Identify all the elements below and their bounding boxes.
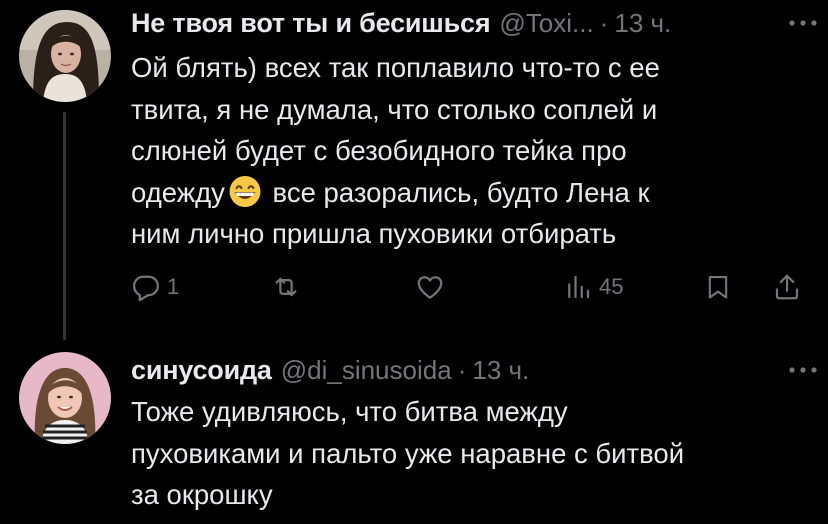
tweet-text: Тоже удивляюсь, что битва между пуховика…	[131, 396, 685, 510]
like-button[interactable]	[415, 267, 451, 307]
bookmark-icon	[708, 276, 728, 299]
share-upload-icon	[775, 274, 799, 300]
bookmark-button[interactable]	[704, 267, 732, 307]
views-count: 45	[599, 274, 624, 299]
author-display-name[interactable]: Не твоя вот ты и бесишься	[131, 8, 491, 39]
tweet-timestamp[interactable]: 13 ч.	[472, 355, 529, 386]
author-handle[interactable]: @Toxi...	[499, 8, 593, 39]
tweet-header: Не твоя вот ты и бесишься @Toxi... · 13 …	[131, 6, 808, 40]
more-options-button[interactable]	[786, 353, 820, 387]
author-avatar[interactable]	[19, 352, 111, 444]
header-separator: ·	[599, 7, 609, 38]
retweet-icon	[275, 277, 297, 297]
views-analytics-icon	[568, 275, 590, 299]
tweet-actions-bar: 1 45	[131, 267, 811, 307]
author-handle[interactable]: @di_sinusoida	[281, 355, 452, 386]
tweet-timestamp[interactable]: 13 ч.	[614, 8, 671, 39]
tweet[interactable]: Не твоя вот ты и бесишься @Toxi... · 13 …	[0, 0, 828, 345]
retweet-button[interactable]	[270, 267, 308, 307]
more-options-button[interactable]	[786, 6, 820, 40]
header-separator: ·	[457, 354, 467, 385]
reply-button[interactable]: 1	[131, 267, 179, 307]
author-avatar[interactable]	[19, 10, 111, 102]
more-options-icon	[789, 20, 817, 26]
user-avatar-photo-icon	[19, 10, 111, 102]
author-display-name[interactable]: синусоида	[131, 355, 272, 386]
reply-count: 1	[167, 274, 180, 299]
thread-connector-line	[63, 112, 66, 340]
tweet-header: синусоида @di_sinusoida · 13 ч.	[131, 353, 808, 387]
user-avatar-photo-icon	[19, 352, 111, 444]
tweet[interactable]: синусоида @di_sinusoida · 13 ч. Тоже уди…	[0, 345, 828, 524]
views-button[interactable]: 45	[563, 267, 623, 307]
grinning-face-emoji-icon	[227, 175, 263, 208]
more-options-icon	[789, 367, 817, 373]
reply-bubble-icon	[133, 275, 159, 302]
tweet-text: Ой блять) всех так поплавило что-то с ее…	[131, 47, 811, 255]
heart-icon	[417, 276, 443, 299]
share-button[interactable]	[772, 267, 802, 307]
